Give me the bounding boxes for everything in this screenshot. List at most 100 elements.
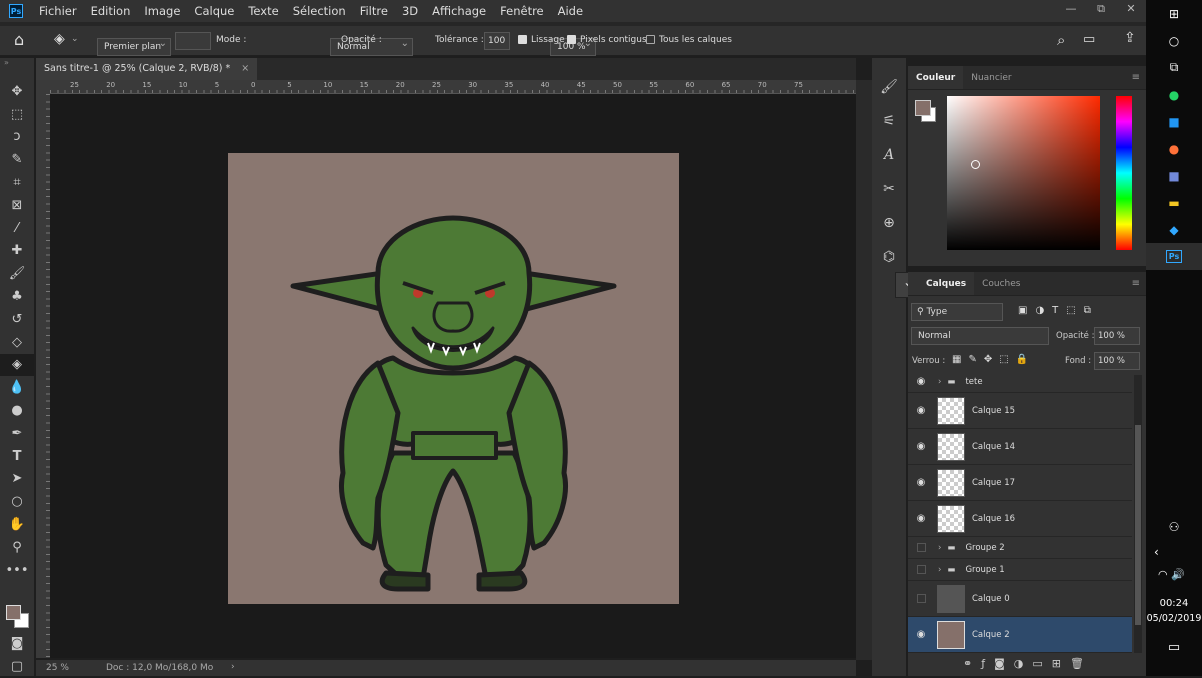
foreground-color-chip[interactable] xyxy=(915,100,931,116)
paths-icon[interactable]: ⌬ xyxy=(872,240,906,274)
menu-texte[interactable]: Texte xyxy=(241,0,285,22)
eye-hidden-icon[interactable] xyxy=(908,543,934,552)
foreground-color-swatch[interactable] xyxy=(6,605,21,620)
chevron-right-icon[interactable]: › xyxy=(231,662,235,672)
firefox-icon[interactable]: ● xyxy=(1146,135,1202,162)
eye-hidden-icon[interactable] xyxy=(908,565,934,574)
lasso-tool-icon[interactable]: ↄ xyxy=(0,126,34,149)
path-selection-tool-icon[interactable]: ➤ xyxy=(0,468,34,491)
frame-tool-icon[interactable]: ⊠ xyxy=(0,194,34,217)
screen-mode-icon[interactable]: ▢ xyxy=(0,655,34,678)
layer-opacity-input[interactable]: 100 % xyxy=(1094,327,1140,345)
pen-tool-icon[interactable]: ✒ xyxy=(0,422,34,445)
file-explorer-icon[interactable]: ▬ xyxy=(1146,189,1202,216)
menu-3d[interactable]: 3D xyxy=(395,0,425,22)
task-view-icon[interactable]: ⧉ xyxy=(1146,54,1202,81)
close-window-button[interactable]: ✕ xyxy=(1116,0,1146,18)
acrobat-icon[interactable]: ◆ xyxy=(1146,216,1202,243)
ruler-origin[interactable] xyxy=(36,80,50,94)
layer-row[interactable]: › ▬ Groupe 2 xyxy=(908,537,1132,559)
chevron-right-icon[interactable]: › xyxy=(938,565,941,575)
eye-visible-icon[interactable]: ◉ xyxy=(908,441,934,452)
blur-tool-icon[interactable]: 💧 xyxy=(0,376,34,399)
windows-start-icon[interactable]: ⊞ xyxy=(1146,0,1202,27)
network-icon[interactable]: ◠ 🔊 xyxy=(1158,568,1185,581)
eye-visible-icon[interactable]: ◉ xyxy=(908,629,934,640)
layers-scrollbar[interactable] xyxy=(1134,375,1142,653)
dodge-tool-icon[interactable]: ● xyxy=(0,399,34,422)
menu-selection[interactable]: Sélection xyxy=(286,0,353,22)
menu-affichage[interactable]: Affichage xyxy=(425,0,493,22)
document-tab[interactable]: Sans titre-1 @ 25% (Calque 2, RVB/8) * × xyxy=(36,58,258,80)
notification-icon[interactable]: ▭ xyxy=(1146,640,1202,655)
chevron-down-icon[interactable]: ⌄ xyxy=(71,34,79,44)
character-icon[interactable]: A xyxy=(872,138,906,172)
whatsapp-icon[interactable]: ● xyxy=(1146,81,1202,108)
clock-date[interactable]: 05/02/2019 xyxy=(1146,613,1202,624)
layer-row[interactable]: ◉ Calque 17 xyxy=(908,465,1132,501)
zoom-tool-icon[interactable]: ⚲ xyxy=(0,536,34,559)
document-canvas[interactable] xyxy=(228,153,679,604)
photoshop-taskbar-icon[interactable]: Ps xyxy=(1146,243,1202,270)
eye-hidden-icon[interactable] xyxy=(908,594,934,603)
pixels-contigus-checkbox[interactable]: Pixels contigus xyxy=(567,35,647,45)
canvas-area[interactable] xyxy=(50,94,856,658)
tab-couches[interactable]: Couches xyxy=(974,272,1028,295)
menu-calque[interactable]: Calque xyxy=(187,0,241,22)
quick-mask-icon[interactable]: ◙ xyxy=(0,632,34,655)
lock-icons[interactable]: ▦✎✥⬚🔒 xyxy=(952,354,1035,365)
hue-slider[interactable] xyxy=(1116,96,1132,250)
tolerance-input[interactable]: 100 xyxy=(484,32,510,50)
layer-row[interactable]: ◉ › ▬ tete xyxy=(908,371,1132,393)
color-picker-handle[interactable] xyxy=(971,160,980,169)
chevron-right-icon[interactable]: › xyxy=(938,377,941,387)
discord-icon[interactable]: ■ xyxy=(1146,162,1202,189)
move-tool-icon[interactable]: ✥ xyxy=(0,80,34,103)
eye-visible-icon[interactable]: ◉ xyxy=(908,477,934,488)
color-field[interactable] xyxy=(947,96,1100,250)
3d-icon[interactable]: ⊕ xyxy=(872,206,906,240)
eye-visible-icon[interactable]: ◉ xyxy=(908,376,934,387)
eyedropper-tool-icon[interactable]: ⁄ xyxy=(0,217,34,240)
quick-selection-tool-icon[interactable]: ✎ xyxy=(0,148,34,171)
crop-tool-icon[interactable]: ⌗ xyxy=(0,171,34,194)
filter-icons[interactable]: ▣◑T⬚⧉ xyxy=(1018,305,1099,316)
eye-visible-icon[interactable]: ◉ xyxy=(908,513,934,524)
layer-row[interactable]: › ▬ Groupe 1 xyxy=(908,559,1132,581)
more-tools-icon[interactable]: ••• xyxy=(0,559,34,582)
minimize-button[interactable]: — xyxy=(1056,0,1086,18)
hand-tool-icon[interactable]: ✋ xyxy=(0,513,34,536)
zoom-level[interactable]: 25 % xyxy=(46,663,69,673)
tab-couleur[interactable]: Couleur xyxy=(908,66,964,89)
panel-menu-icon[interactable]: ≡ xyxy=(1132,272,1146,295)
layer-actions[interactable]: ⚭ƒ◙◑▭⊞🗑 xyxy=(963,657,1093,670)
brush-settings-icon[interactable]: 🖌 xyxy=(872,70,906,104)
menu-filtre[interactable]: Filtre xyxy=(353,0,395,22)
paint-bucket-tool-icon[interactable]: ◈ xyxy=(0,353,34,377)
menu-fenetre[interactable]: Fenêtre xyxy=(493,0,550,22)
layer-row[interactable]: ◉ Calque 15 xyxy=(908,393,1132,429)
tab-nuancier[interactable]: Nuancier xyxy=(963,66,1019,89)
adjustments-icon[interactable]: ⚟ xyxy=(872,104,906,138)
tab-calques[interactable]: Calques xyxy=(908,272,975,295)
messenger-icon[interactable]: ■ xyxy=(1146,108,1202,135)
healing-brush-tool-icon[interactable]: ✚ xyxy=(0,240,34,263)
restore-button[interactable]: ⧉ xyxy=(1086,0,1116,18)
layer-row[interactable]: ◉ Calque 14 xyxy=(908,429,1132,465)
pattern-picker[interactable] xyxy=(175,32,211,50)
type-tool-icon[interactable]: T xyxy=(0,445,34,468)
tous-calques-checkbox[interactable]: Tous les calques xyxy=(646,35,732,45)
home-icon[interactable]: ⌂ xyxy=(14,30,24,49)
share-icon[interactable]: ⇪ xyxy=(1124,30,1136,46)
canvas-scrollbar[interactable] xyxy=(856,80,872,660)
fill-source-select[interactable]: Premier plan xyxy=(97,36,171,56)
color-swatches[interactable] xyxy=(4,603,32,631)
chevron-right-icon[interactable]: › xyxy=(938,543,941,553)
fill-input[interactable]: 100 % xyxy=(1094,352,1140,370)
search-circle-icon[interactable]: ○ xyxy=(1146,27,1202,54)
tools-icon[interactable]: ✂ xyxy=(872,172,906,206)
eraser-tool-icon[interactable]: ◇ xyxy=(0,331,34,354)
clock-time[interactable]: 00:24 xyxy=(1146,598,1202,609)
menu-fichier[interactable]: Fichier xyxy=(32,0,84,22)
blend-mode-select[interactable]: Normal xyxy=(911,327,1049,345)
